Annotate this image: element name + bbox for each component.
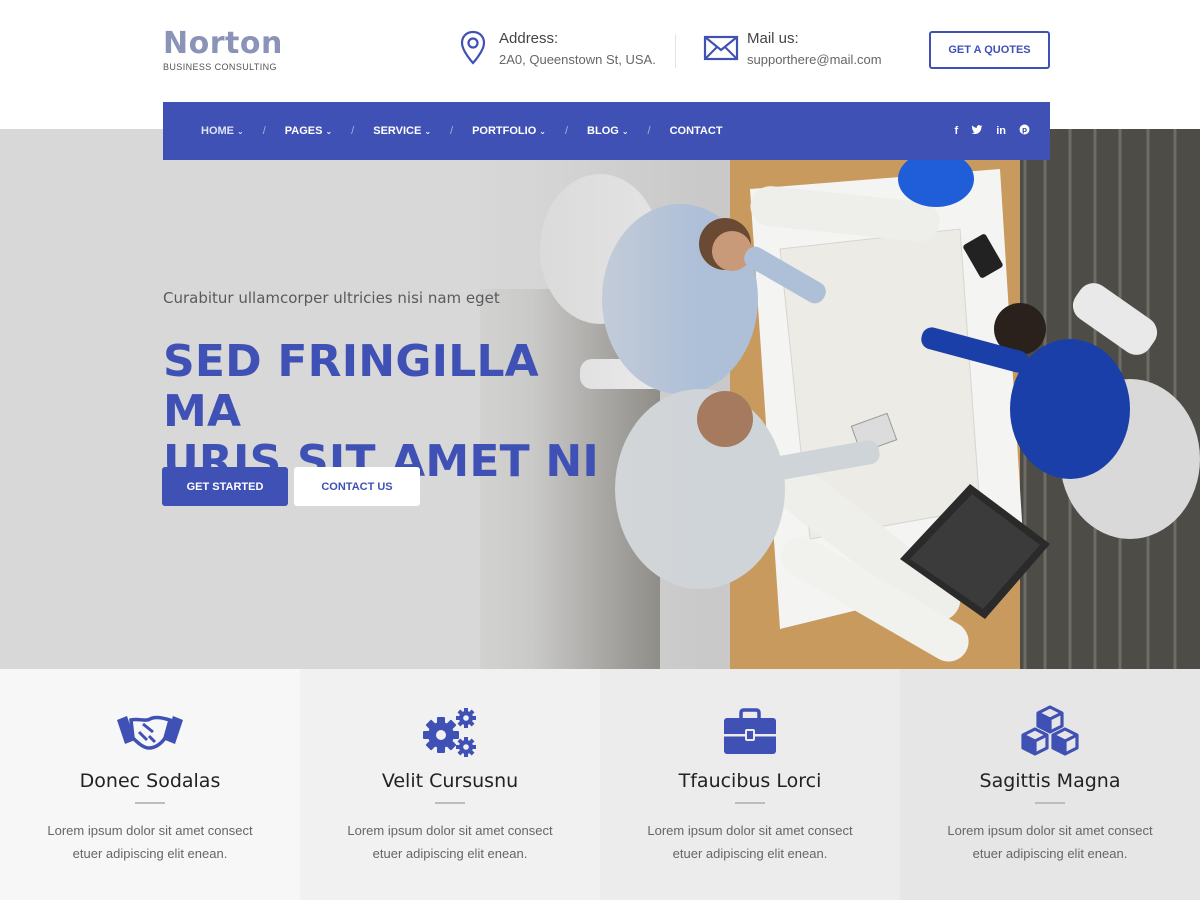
hero-subtitle: Curabitur ullamcorper ultricies nisi nam… <box>163 289 500 307</box>
feature-title: Velit Cursusnu <box>381 770 519 792</box>
linkedin-icon[interactable]: in <box>996 125 1006 137</box>
nav-item-home[interactable]: HOME ⌄ <box>201 125 244 137</box>
nav-separator: / <box>564 125 569 137</box>
nav-separator: / <box>351 125 355 137</box>
social-links: f in p <box>942 102 1030 160</box>
nav-item-label: PORTFOLIO <box>472 125 537 137</box>
address-value: 2A0, Queenstown St, USA. <box>499 52 656 67</box>
pinterest-icon[interactable]: p <box>1019 124 1030 138</box>
nav-item-service[interactable]: SERVICE ⌄ <box>373 125 431 137</box>
chevron-down-icon: ⌄ <box>237 126 244 136</box>
mail-label: Mail us: <box>747 30 799 47</box>
nav-item-pages[interactable]: PAGES ⌄ <box>285 125 332 137</box>
twitter-icon[interactable] <box>971 124 983 138</box>
feature-card: Velit Cursusnu Lorem ipsum dolor sit ame… <box>300 669 600 900</box>
feature-text: Lorem ipsum dolor sit amet consect etuer… <box>630 819 870 865</box>
address-info: Address: 2A0, Queenstown St, USA. <box>455 30 656 69</box>
feature-text-line: etuer adipiscing elit enean. <box>972 846 1128 861</box>
feature-text: Lorem ipsum dolor sit amet consect etuer… <box>330 819 570 865</box>
get-started-button[interactable]: GET STARTED <box>162 467 288 506</box>
feature-text-line: Lorem ipsum dolor sit amet consect <box>947 823 1153 838</box>
handshake-icon <box>115 705 185 759</box>
hero-section: Curabitur ullamcorper ultricies nisi nam… <box>0 129 1200 669</box>
nav-item-blog[interactable]: BLOG ⌄ <box>587 125 628 137</box>
feature-divider <box>435 802 465 804</box>
feature-text-line: Lorem ipsum dolor sit amet consect <box>347 823 553 838</box>
feature-text: Lorem ipsum dolor sit amet consect etuer… <box>30 819 270 865</box>
logo-title: Norton <box>163 26 283 61</box>
chevron-down-icon: ⌄ <box>325 126 333 136</box>
feature-text-line: etuer adipiscing elit enean. <box>672 846 828 861</box>
feature-text-line: Lorem ipsum dolor sit amet consect <box>47 823 253 838</box>
svg-text:p: p <box>1022 125 1027 134</box>
cubes-icon <box>1015 705 1085 759</box>
gears-icon <box>415 705 485 759</box>
hero-title: SED FRINGILLA MA URIS SIT AMET NI <box>163 337 623 487</box>
address-label: Address: <box>499 30 559 47</box>
features-section: Donec Sodalas Lorem ipsum dolor sit amet… <box>0 669 1200 900</box>
feature-divider <box>135 802 165 804</box>
chevron-down-icon: ⌄ <box>424 126 432 136</box>
briefcase-icon <box>715 705 785 759</box>
nav-item-label: PAGES <box>284 125 323 137</box>
nav-item-portfolio[interactable]: PORTFOLIO ⌄ <box>472 125 546 137</box>
get-quote-button[interactable]: GET A QUOTES <box>929 31 1050 69</box>
feature-card: Tfaucibus Lorci Lorem ipsum dolor sit am… <box>600 669 900 900</box>
nav-item-label: SERVICE <box>373 125 422 137</box>
facebook-icon[interactable]: f <box>955 125 959 137</box>
nav-item-label: CONTACT <box>669 125 723 137</box>
feature-divider <box>1035 802 1065 804</box>
logo-tagline: BUSINESS CONSULTING <box>163 62 277 72</box>
header-divider <box>675 34 676 68</box>
chevron-down-icon: ⌄ <box>539 126 546 136</box>
feature-card: Donec Sodalas Lorem ipsum dolor sit amet… <box>0 669 300 900</box>
mail-info: Mail us: supporthere@mail.com <box>703 30 882 69</box>
feature-title: Sagittis Magna <box>979 770 1121 792</box>
mail-value[interactable]: supporthere@mail.com <box>747 51 882 69</box>
chevron-down-icon: ⌄ <box>621 126 629 136</box>
nav-item-contact[interactable]: CONTACT <box>670 125 723 137</box>
nav-separator: / <box>647 125 651 137</box>
feature-text-line: etuer adipiscing elit enean. <box>372 846 528 861</box>
feature-title: Donec Sodalas <box>79 770 221 792</box>
contact-us-button[interactable]: CONTACT US <box>294 467 420 506</box>
nav-item-label: HOME <box>201 125 234 137</box>
map-pin-icon <box>455 30 491 66</box>
main-navigation: HOME ⌄ / PAGES ⌄ / SERVICE ⌄ / PORTFOLIO… <box>163 102 1050 160</box>
feature-divider <box>735 802 765 804</box>
logo[interactable]: Norton BUSINESS CONSULTING <box>163 26 283 73</box>
nav-separator: / <box>450 125 454 137</box>
envelope-icon <box>703 30 739 66</box>
hero-title-line-1: SED FRINGILLA MA <box>163 336 539 437</box>
feature-title: Tfaucibus Lorci <box>678 770 822 792</box>
feature-text: Lorem ipsum dolor sit amet consect etuer… <box>930 819 1170 865</box>
feature-text-line: etuer adipiscing elit enean. <box>72 846 228 861</box>
nav-separator: / <box>262 125 266 137</box>
feature-card: Sagittis Magna Lorem ipsum dolor sit ame… <box>900 669 1200 900</box>
nav-item-label: BLOG <box>587 125 619 137</box>
feature-text-line: Lorem ipsum dolor sit amet consect <box>647 823 853 838</box>
